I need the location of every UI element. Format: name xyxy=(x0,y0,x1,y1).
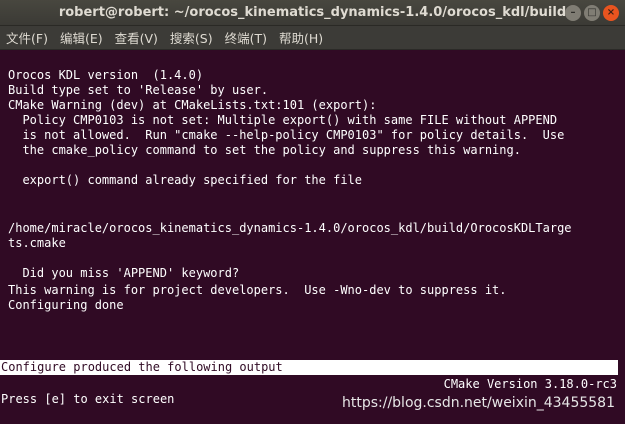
terminal-line: is not allowed. Run "cmake --help-policy… xyxy=(8,128,565,142)
terminal-line: the cmake_policy command to set the poli… xyxy=(8,143,521,157)
menu-help[interactable]: 帮助(H) xyxy=(279,28,323,47)
menu-terminal[interactable]: 终端(T) xyxy=(225,28,267,47)
terminal-screen[interactable]: Orocos KDL version (1.4.0) Build type se… xyxy=(0,50,625,424)
minimize-button[interactable]: – xyxy=(565,5,581,21)
terminal-line: Build type set to 'Release' by user. xyxy=(8,83,269,97)
menu-edit[interactable]: 编辑(E) xyxy=(60,28,103,47)
window-titlebar[interactable]: robert@robert: ~/orocos_kinematics_dynam… xyxy=(0,0,625,26)
terminal-line: This warning is for project developers. … xyxy=(8,283,507,297)
terminal-line: export() command already specified for t… xyxy=(8,173,363,187)
watermark: https://blog.csdn.net/weixin_43455581 xyxy=(341,395,615,411)
exit-hint: Press [e] to exit screen xyxy=(1,392,175,406)
terminal-line: /home/miracle/orocos_kinematics_dynamics… xyxy=(8,221,572,235)
terminal-line: Configuring done xyxy=(8,298,124,312)
menu-bar: 文件(F) 编辑(E) 查看(V) 搜索(S) 终端(T) 帮助(H) xyxy=(0,26,625,50)
terminal-line: ts.cmake xyxy=(8,236,66,250)
window-title: robert@robert: ~/orocos_kinematics_dynam… xyxy=(58,5,567,20)
terminal-line: CMake Warning (dev) at CMakeLists.txt:10… xyxy=(8,98,377,112)
status-bar: Configure produced the following output xyxy=(0,360,618,375)
menu-view[interactable]: 查看(V) xyxy=(115,28,158,47)
maximize-button[interactable]: □ xyxy=(584,5,600,21)
window-controls: – □ × xyxy=(565,5,619,21)
terminal-line: Did you miss 'APPEND' keyword? xyxy=(8,266,240,280)
menu-search[interactable]: 搜索(S) xyxy=(170,28,213,47)
menu-file[interactable]: 文件(F) xyxy=(6,28,48,47)
terminal-line: Policy CMP0103 is not set: Multiple expo… xyxy=(8,113,558,127)
close-button[interactable]: × xyxy=(603,5,619,21)
cmake-version: CMake Version 3.18.0-rc3 xyxy=(443,377,617,391)
terminal-line: Orocos KDL version (1.4.0) xyxy=(8,68,204,82)
